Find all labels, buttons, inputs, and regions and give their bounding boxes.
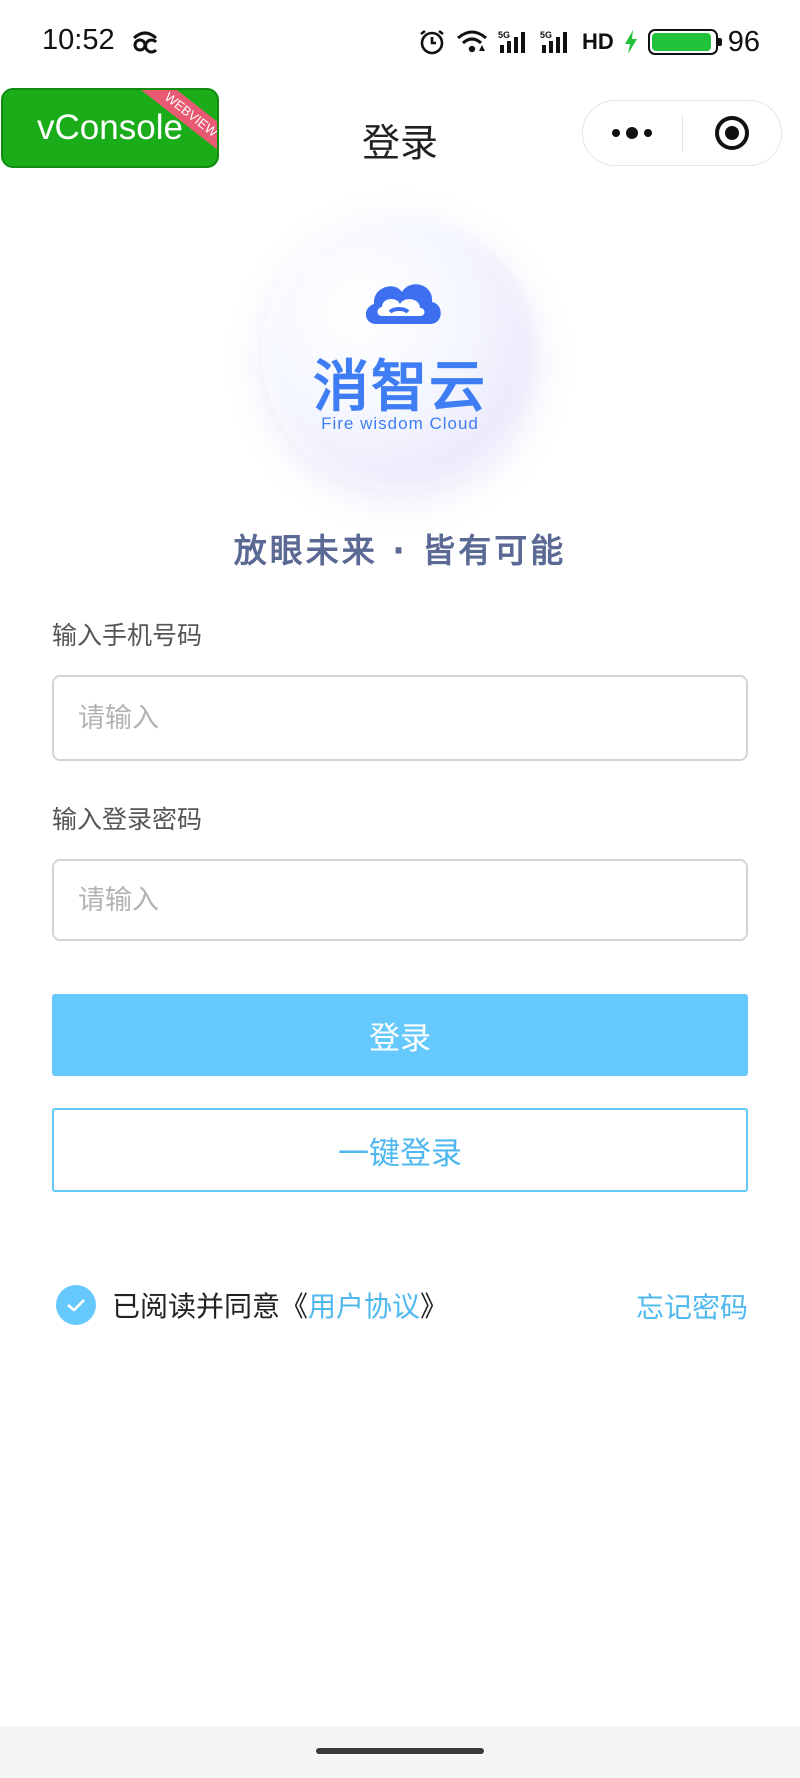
app-notification-icon	[130, 26, 160, 56]
svg-text:5G: 5G	[498, 30, 510, 40]
slogan: 放眼未来 · 皆有可能	[233, 531, 567, 570]
phone-label: 输入手机号码	[52, 621, 203, 650]
home-indicator[interactable]	[316, 1748, 484, 1754]
quick-login-button[interactable]: 一键登录	[52, 1108, 748, 1192]
logo-name-en: Fire wisdom Cloud	[321, 414, 479, 433]
wifi-icon	[456, 29, 488, 55]
signal-5g-icon: 5G	[498, 29, 530, 55]
battery-icon	[647, 29, 722, 55]
password-label: 输入登录密码	[52, 805, 203, 834]
bottom-gesture-bar	[0, 1726, 800, 1778]
login-button[interactable]: 登录	[52, 994, 748, 1076]
status-icons: 5G 5G HD 96	[418, 24, 760, 60]
forgot-password-link[interactable]: 忘记密码	[636, 1286, 748, 1326]
hd-label: HD	[581, 29, 614, 54]
agreement-checkbox[interactable]	[56, 1285, 96, 1325]
more-dots-icon[interactable]	[583, 101, 682, 165]
alarm-icon	[418, 28, 446, 56]
phone-input[interactable]	[52, 675, 748, 761]
app-logo: 消智云 Fire wisdom Cloud	[262, 214, 538, 490]
charging-icon	[624, 30, 638, 54]
logo-name-cn: 消智云	[313, 355, 487, 420]
check-icon	[67, 1299, 85, 1312]
close-target-icon[interactable]	[683, 101, 782, 165]
miniprogram-capsule	[582, 100, 782, 166]
agreement-prefix: 已阅读并同意《	[112, 1290, 309, 1323]
battery-percent: 96	[727, 25, 760, 58]
status-bar: 10:52 5G 5G HD 96	[0, 0, 800, 86]
battery-fill	[651, 33, 712, 51]
password-input[interactable]	[52, 859, 748, 941]
cloud-logo-icon	[360, 272, 444, 336]
agreement-suffix: 》	[420, 1290, 449, 1323]
agreement-row: 已阅读并同意《 用户协议 》	[56, 1284, 448, 1326]
svg-text:5G: 5G	[540, 30, 552, 40]
user-agreement-link[interactable]: 用户协议	[308, 1285, 420, 1325]
signal-5g-icon: 5G	[540, 29, 572, 55]
status-time: 10:52	[42, 24, 115, 56]
